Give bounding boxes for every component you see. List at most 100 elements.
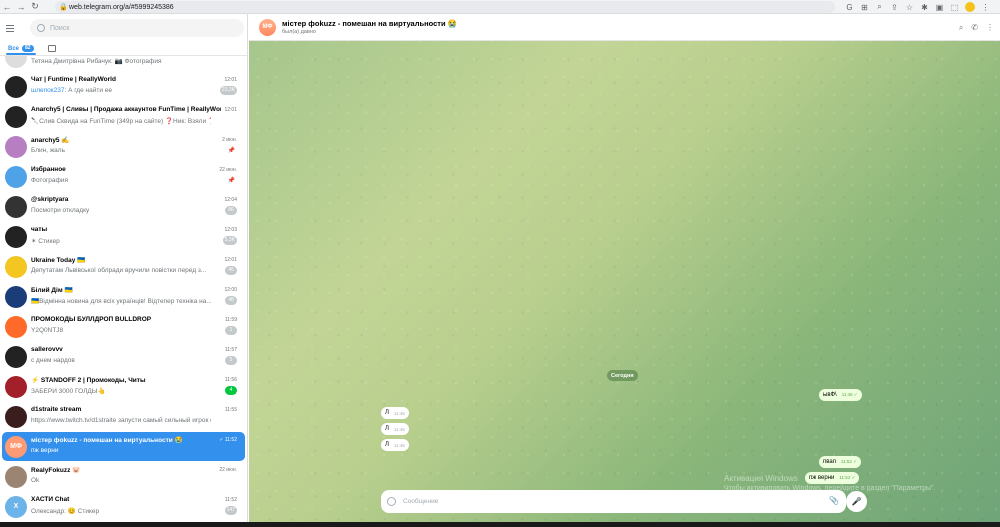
date-separator: Сегодня (607, 370, 638, 381)
chat-preview: 🇺🇦Відмінна новина для всіх українців! Ві… (31, 297, 211, 305)
chat-list-item[interactable]: чаты 12:03 ✶ Стикер 5,3K (2, 222, 245, 251)
back-icon[interactable]: ← (0, 0, 14, 14)
search-icon[interactable]: ⌕ (959, 23, 963, 33)
watermark-title: Активация Windows (724, 474, 798, 483)
chat-name: Ukraine Today 🇺🇦 (31, 256, 86, 264)
chat-list-item[interactable]: ПРОМОКОДЫ БУЛЛДРОП BULLDROP 11:59 Y2Q0NTJ8… (2, 312, 245, 341)
chat-preview: ЗАБЕРИ 3000 ГОЛДЫ👆 (31, 387, 211, 395)
outgoing-message[interactable]: пвап 11:52 ✓ (819, 456, 861, 468)
chat-preview: Блин, жаль (31, 147, 211, 154)
chat-preview: Тетяна Дмитрівна Рибачук: 📷 Фотография (31, 57, 211, 65)
search-icon (37, 24, 45, 32)
chat-header-text: містер фokuzz - помешан на виртуальности… (282, 19, 457, 35)
chat-avatar (5, 56, 27, 68)
incoming-message[interactable]: Л 11:46 (381, 423, 409, 435)
incoming-message[interactable]: Л 11:46 (381, 439, 409, 451)
chat-list-item[interactable]: ⚡ STANDOFF 2 | Промокоды, Читы 11:56 ЗАБЕР… (2, 372, 245, 401)
chat-list-item[interactable]: d1straite stream 11:55 https://www.twitch.… (2, 402, 245, 431)
chat-background (249, 14, 1000, 527)
chat-name: RealyFokuzz 🐷 (31, 466, 81, 474)
chat-preview: Y2Q0NTJ8 (31, 327, 211, 334)
chat-item-body: d1straite stream 11:55 https://www.twitch.… (31, 405, 237, 429)
chat-list-item[interactable]: Ukraine Today 🇺🇦 12:01 Депутатам Львівсько… (2, 252, 245, 281)
reload-icon[interactable]: ↻ (28, 0, 42, 14)
chat-time: 12:01 (224, 76, 237, 83)
chat-list-item[interactable]: RealyFokuzz 🐷 22 июн. Ok (2, 462, 245, 491)
tab-folder[interactable] (47, 45, 56, 52)
chat-list-item[interactable]: anarchy5 ✍ 2 июн. Блин, жаль 📌 (2, 132, 245, 161)
bookmark-icon[interactable]: ☆ (902, 0, 917, 14)
zoom-icon[interactable]: ⌕ (872, 0, 887, 14)
more-icon[interactable]: ⋮ (986, 23, 994, 32)
emoji-icon[interactable] (387, 497, 396, 506)
sidebar-icon[interactable]: ▣ (932, 0, 947, 14)
chat-list-item[interactable]: МФ містер фokuzz - помешан на виртуальнос… (2, 432, 245, 461)
chat-list-item[interactable]: Х ХАСТИ Chat 11:52 Олександр: 😊 Стикер 147 (2, 492, 245, 521)
chat-avatar (5, 75, 27, 98)
chat-item-body: Anarchy5 | Сливы | Продажа аккаунтов Fun… (31, 105, 237, 129)
chat-time: 2 июн. (222, 136, 237, 143)
chat-name: Anarchy5 | Сливы | Продажа аккаунтов Fun… (31, 105, 221, 113)
chat-preview-text: Тетяна Дмитрівна Рибачук: 📷 Фотография (31, 57, 162, 65)
active-tab-indicator (6, 53, 36, 55)
attach-icon[interactable]: 📎 (829, 496, 839, 505)
chat-list-item[interactable]: Anarchy5 | Сливы | Продажа аккаунтов Fun… (2, 102, 245, 131)
chat-preview-text: 🇺🇦Відмінна новина для всіх українців! Ві… (31, 297, 211, 305)
outgoing-message[interactable]: ывФ\ 11:46 ✓ (819, 389, 862, 401)
forward-icon[interactable]: → (14, 0, 28, 14)
chat-item-body: ⚡ STANDOFF 2 | Промокоды, Читы 11:56 ЗАБЕР… (31, 375, 237, 399)
tab-search-icon[interactable]: ⬚ (947, 0, 962, 14)
chat-avatar (5, 195, 27, 218)
chat-list-item[interactable]: Тетяна Дмитрівна Рибачук: 📷 Фотография (2, 56, 245, 71)
address-bar[interactable]: 🔒 web.telegram.org/a/#5999245386 (55, 1, 835, 13)
chat-item-body: Избранное 22 июн. Фотография 📌 (31, 165, 237, 189)
chat-avatar (5, 105, 27, 128)
chat-list-item[interactable]: Чат | Funtime | ReallyWorld 12:01 шлепок23… (2, 72, 245, 101)
browser-toolbar: ← → ↻ 🔒 web.telegram.org/a/#5999245386 G… (0, 0, 1000, 14)
chat-item-body: ПРОМОКОДЫ БУЛЛДРОП BULLDROP 11:59 Y2Q0NTJ8… (31, 315, 237, 339)
message-time: 11:46 (393, 442, 405, 448)
more-icon[interactable]: ⋮ (978, 0, 993, 14)
chat-preview: Олександр: 😊 Стикер (31, 507, 211, 515)
chat-preview-text: Блин, жаль (31, 146, 65, 154)
chat-preview-text: Олександр: 😊 Стикер (31, 507, 100, 515)
message-composer[interactable]: Сообщение 📎 (381, 490, 846, 513)
chat-name: ХАСТИ Chat (31, 495, 70, 503)
chat-avatar (5, 315, 27, 338)
chat-preview: Фотография (31, 177, 211, 184)
extension-icon[interactable]: ✱ (917, 0, 932, 14)
chat-list-item[interactable]: Білий Дім 🇺🇦 12:00 🇺🇦Відмінна новина для в… (2, 282, 245, 311)
message-time: 11:46 (393, 410, 405, 416)
incoming-message[interactable]: Л 11:46 (381, 407, 409, 419)
chat-item-body: sallerovvv 11:57 с днем нардов 5 (31, 345, 237, 369)
share-icon[interactable]: ⇪ (887, 0, 902, 14)
chat-avatar (5, 375, 27, 398)
search-input[interactable]: Поиск (30, 19, 244, 37)
chat-preview-text: пж верни (31, 446, 59, 454)
folder-tabs: Все 82 (0, 42, 247, 56)
url-text: web.telegram.org/a/#5999245386 (69, 3, 174, 11)
chat-list-item[interactable]: @skriptyara 12:04 Посмотри откладку 86 (2, 192, 245, 221)
phone-icon[interactable]: ✆ (971, 23, 978, 32)
chat-preview-text: Депутатам Львівської облради вручили пов… (31, 266, 207, 274)
tab-all[interactable]: Все 82 (8, 45, 34, 52)
chat-header[interactable]: МФ містер фokuzz - помешан на виртуально… (249, 14, 1000, 41)
extensions-area: G ⊞ ⌕ ⇪ ☆ ✱ ▣ ⬚ ⋮ (842, 0, 993, 14)
chat-list-item[interactable]: sallerovvv 11:57 с днем нардов 5 (2, 342, 245, 371)
chat-avatar[interactable]: МФ (259, 18, 276, 36)
chat-avatar (5, 255, 27, 278)
chat-list-item[interactable]: Избранное 22 июн. Фотография 📌 (2, 162, 245, 191)
pin-icon: 📌 (227, 177, 235, 184)
chat-time: 12:04 (224, 196, 237, 203)
translate-icon[interactable]: ⊞ (857, 0, 872, 14)
microphone-button[interactable]: 🎤 (846, 491, 867, 512)
profile-avatar[interactable] (965, 2, 975, 12)
chat-preview: Депутатам Львівської облради вручили пов… (31, 267, 211, 274)
unread-badge: 48 (225, 295, 237, 305)
message-text: Л (385, 426, 389, 432)
chat-name: Білий Дім 🇺🇦 (31, 286, 73, 294)
menu-icon[interactable] (6, 22, 18, 34)
google-icon[interactable]: G (842, 0, 857, 14)
chat-avatar: МФ (5, 435, 27, 458)
chat-preview-text: Ok (31, 476, 40, 484)
